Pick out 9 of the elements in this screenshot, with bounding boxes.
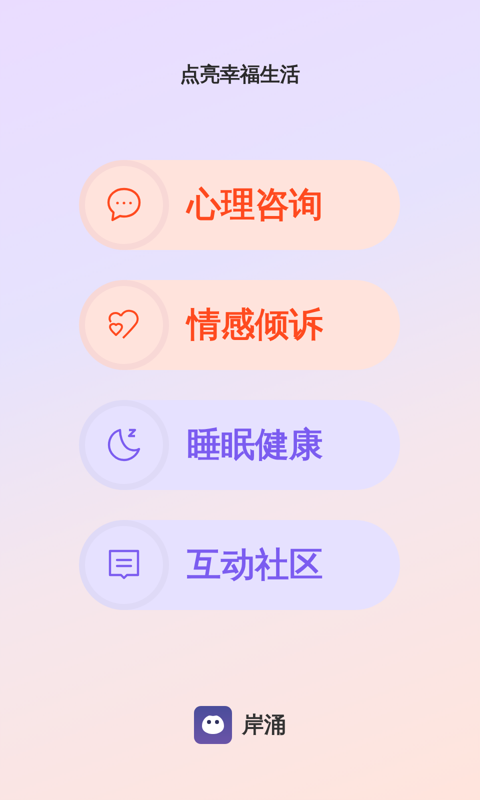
chat-bubble-icon [105, 186, 143, 224]
menu-button[interactable]: 心理咨询 [80, 160, 400, 250]
menu-button[interactable]: 互动社区 [80, 520, 400, 610]
app-name: 岸涌 [242, 712, 286, 740]
menu-button[interactable]: 情感倾诉 [80, 280, 400, 370]
app-logo-icon [194, 706, 232, 744]
page-title: 点亮幸福生活 [180, 61, 300, 88]
moon-icon [105, 426, 143, 464]
menu-button[interactable]: 睡眠健康 [80, 400, 400, 490]
